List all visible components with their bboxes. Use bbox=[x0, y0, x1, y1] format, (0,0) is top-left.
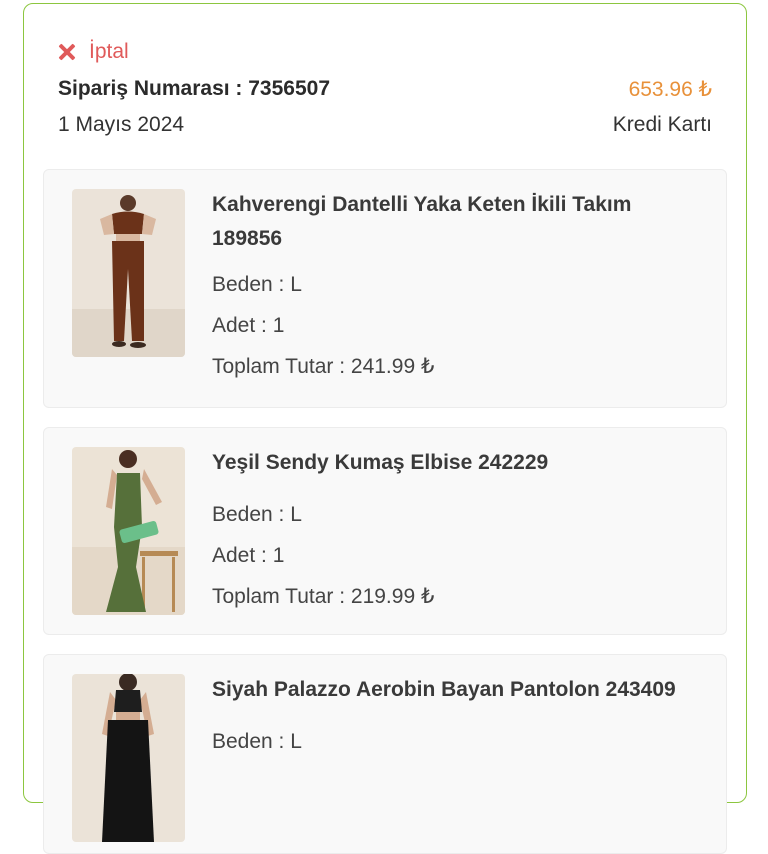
order-date: 1 Mayıs 2024 bbox=[58, 113, 185, 136]
order-total: 653.96 ₺ bbox=[628, 78, 712, 101]
product-quantity: Adet : 1 bbox=[212, 314, 285, 337]
order-number: Sipariş Numarası : 7356507 bbox=[58, 77, 330, 100]
product-name[interactable]: Siyah Palazzo Aerobin Bayan Pantolon 243… bbox=[212, 673, 706, 707]
status-label: İptal bbox=[89, 40, 129, 63]
product-total: Toplam Tutar : 219.99 ₺ bbox=[212, 585, 435, 608]
product-image[interactable] bbox=[72, 189, 185, 357]
product-item[interactable]: Yeşil Sendy Kumaş Elbise 242229 Beden : … bbox=[43, 427, 727, 635]
product-name[interactable]: Kahverengi Dantelli Yaka Keten İkili Tak… bbox=[212, 188, 706, 256]
product-item[interactable]: Siyah Palazzo Aerobin Bayan Pantolon 243… bbox=[43, 654, 727, 854]
product-size: Beden : L bbox=[212, 730, 302, 753]
product-image[interactable] bbox=[72, 447, 185, 615]
close-icon bbox=[57, 42, 77, 62]
product-size: Beden : L bbox=[212, 503, 302, 526]
payment-method: Kredi Kartı bbox=[612, 113, 712, 136]
order-card: İptal Sipariş Numarası : 7356507 653.96 … bbox=[23, 3, 747, 854]
green-dress-image bbox=[72, 447, 185, 615]
black-outfit-image bbox=[72, 674, 185, 842]
order-status: İptal bbox=[57, 40, 129, 64]
product-quantity: Adet : 1 bbox=[212, 544, 285, 567]
product-image[interactable] bbox=[72, 674, 185, 842]
product-total: Toplam Tutar : 241.99 ₺ bbox=[212, 355, 435, 378]
product-size: Beden : L bbox=[212, 273, 302, 296]
product-item[interactable]: Kahverengi Dantelli Yaka Keten İkili Tak… bbox=[43, 169, 727, 408]
product-name[interactable]: Yeşil Sendy Kumaş Elbise 242229 bbox=[212, 446, 706, 480]
brown-outfit-image bbox=[72, 189, 185, 357]
